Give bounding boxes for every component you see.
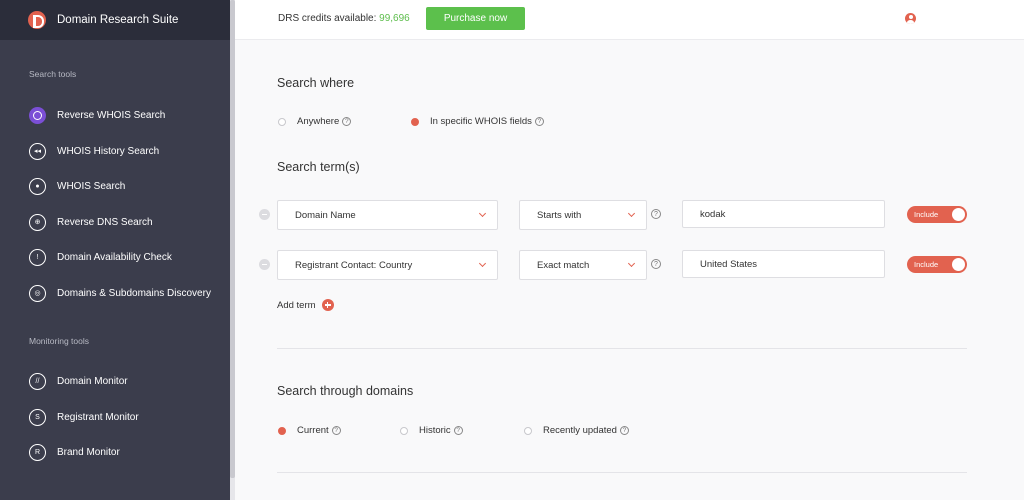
credits-value: 99,696 <box>379 13 410 24</box>
radio-label: In specific WHOIS fields <box>430 116 532 127</box>
field-select-value: Domain Name <box>295 209 356 221</box>
search-where-heading: Search where <box>277 76 355 90</box>
availability-icon: ! <box>29 248 46 266</box>
credits-info: DRS credits available: 99,696 <box>278 13 410 24</box>
radio-recently-updated[interactable]: Recently updated ? <box>524 425 629 436</box>
radio-anywhere[interactable]: Anywhere ? <box>278 116 352 127</box>
help-icon[interactable]: ? <box>651 209 661 219</box>
search-tools-label: Search tools <box>29 69 77 79</box>
app-title: Domain Research Suite <box>57 14 179 26</box>
whois-icon: ● <box>29 177 46 195</box>
brand-monitor-icon: R <box>29 443 46 461</box>
sidebar-item-label: WHOIS History Search <box>57 145 160 157</box>
match-select-value: Exact match <box>537 259 590 271</box>
radio-historic[interactable]: Historic ? <box>400 425 463 436</box>
search-through-heading: Search through domains <box>277 384 414 398</box>
purchase-now-button[interactable]: Purchase now <box>426 7 525 30</box>
add-term-button[interactable]: Add term <box>277 299 334 311</box>
sidebar-item-domain-availability-check[interactable]: ! Domain Availability Check <box>29 247 172 267</box>
sidebar-item-label: Domain Monitor <box>57 375 128 387</box>
radio-specific-whois-fields[interactable]: In specific WHOIS fields ? <box>411 116 544 127</box>
match-select[interactable]: Starts with <box>519 200 647 230</box>
section-divider <box>277 348 967 349</box>
toggle-knob <box>952 258 965 271</box>
sidebar-item-whois-history-search[interactable]: ◂◂ WHOIS History Search <box>29 141 159 161</box>
radio-label: Recently updated <box>543 425 617 436</box>
field-select-value: Registrant Contact: Country <box>295 259 413 271</box>
sidebar-item-brand-monitor[interactable]: R Brand Monitor <box>29 442 120 462</box>
sidebar-item-reverse-dns-search[interactable]: ⊕ Reverse DNS Search <box>29 212 153 232</box>
term-input[interactable] <box>682 200 885 228</box>
radio-label: Current <box>297 425 329 436</box>
help-icon[interactable]: ? <box>331 426 341 435</box>
sidebar-item-label: Reverse DNS Search <box>57 216 153 228</box>
term-input[interactable] <box>682 250 885 278</box>
discovery-icon: ◎ <box>29 284 46 302</box>
sidebar-item-domains-subdomains-discovery[interactable]: ◎ Domains & Subdomains Discovery <box>29 283 211 303</box>
sidebar-item-label: Registrant Monitor <box>57 411 139 423</box>
plus-icon <box>321 299 334 311</box>
chevron-down-icon <box>627 259 636 268</box>
match-select-value: Starts with <box>537 209 582 221</box>
history-icon: ◂◂ <box>29 142 46 160</box>
radio-label: Historic <box>419 425 451 436</box>
user-icon[interactable] <box>905 13 916 24</box>
remove-term-button[interactable] <box>259 259 270 270</box>
sidebar-item-domain-monitor[interactable]: // Domain Monitor <box>29 371 128 391</box>
chevron-down-icon <box>478 209 487 218</box>
sidebar-item-reverse-whois-search[interactable]: Reverse WHOIS Search <box>29 105 165 125</box>
chevron-down-icon <box>627 209 636 218</box>
sidebar: Domain Research Suite Search tools Rever… <box>0 0 235 500</box>
help-icon[interactable]: ? <box>534 117 544 126</box>
reverse-whois-icon <box>29 106 46 124</box>
sidebar-item-label: Domains & Subdomains Discovery <box>57 287 211 299</box>
toggle-knob <box>952 208 965 221</box>
field-select[interactable]: Domain Name <box>277 200 498 230</box>
radio-indicator <box>278 117 286 126</box>
globe-icon: ⊕ <box>29 213 46 231</box>
credits-label: DRS credits available: <box>278 13 377 24</box>
sidebar-item-label: WHOIS Search <box>57 180 126 192</box>
sidebar-item-whois-search[interactable]: ● WHOIS Search <box>29 176 125 196</box>
radio-indicator <box>400 426 408 435</box>
sidebar-scrollbar-thumb[interactable] <box>230 0 235 478</box>
registrant-monitor-icon: S <box>29 408 46 426</box>
monitoring-tools-label: Monitoring tools <box>29 336 90 346</box>
field-select[interactable]: Registrant Contact: Country <box>277 250 498 280</box>
match-select[interactable]: Exact match <box>519 250 647 280</box>
sidebar-item-label: Domain Availability Check <box>57 251 172 263</box>
help-icon[interactable]: ? <box>619 426 629 435</box>
toggle-label: Include <box>914 260 939 269</box>
remove-term-button[interactable] <box>259 209 270 220</box>
chevron-down-icon <box>478 259 487 268</box>
help-icon[interactable]: ? <box>453 426 463 435</box>
radio-current[interactable]: Current ? <box>278 425 341 436</box>
section-divider <box>277 472 967 473</box>
sidebar-item-label: Reverse WHOIS Search <box>57 109 166 121</box>
top-bar: DRS credits available: 99,696 Purchase n… <box>235 0 1024 40</box>
radio-indicator <box>524 426 532 435</box>
radio-indicator <box>278 426 286 435</box>
domain-monitor-icon: // <box>29 372 46 390</box>
include-toggle[interactable]: Include <box>907 256 967 273</box>
help-icon[interactable]: ? <box>651 259 661 269</box>
help-icon[interactable]: ? <box>342 117 352 126</box>
sidebar-item-label: Brand Monitor <box>57 446 120 458</box>
radio-label: Anywhere <box>297 116 340 127</box>
radio-indicator <box>411 117 419 126</box>
sidebar-item-registrant-monitor[interactable]: S Registrant Monitor <box>29 407 139 427</box>
brand-header[interactable]: Domain Research Suite <box>0 0 230 40</box>
include-toggle[interactable]: Include <box>907 206 967 223</box>
search-terms-heading: Search term(s) <box>277 160 360 174</box>
brand-logo-icon <box>28 11 46 29</box>
add-term-label: Add term <box>277 299 316 311</box>
toggle-label: Include <box>914 210 939 219</box>
